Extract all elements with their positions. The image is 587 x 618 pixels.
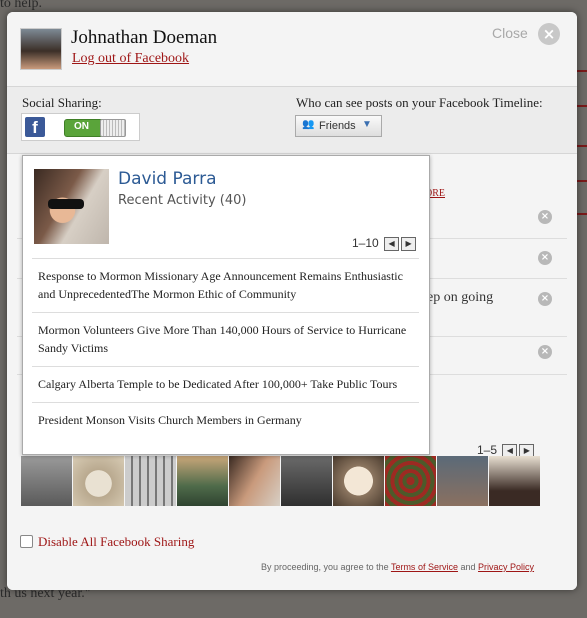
background-link — [577, 70, 587, 72]
background-text-top: to help. — [0, 0, 42, 11]
friends-icon: 👥 — [302, 119, 315, 130]
modal-header: Johnathan Doeman Log out of Facebook Clo… — [7, 12, 577, 87]
activity-row-text: ep on going — [427, 290, 494, 305]
sharing-bar: Social Sharing: f ON Who can see posts o… — [7, 87, 577, 154]
friend-thumbnail[interactable] — [73, 456, 124, 506]
friend-thumbnail[interactable] — [21, 456, 72, 506]
friend-avatar — [34, 169, 109, 244]
friend-thumbnail[interactable] — [229, 456, 280, 506]
facebook-icon: f — [25, 117, 45, 137]
friends-strip — [21, 456, 541, 506]
terms-prefix: By proceeding, you agree to the — [261, 562, 389, 572]
friend-thumbnail[interactable] — [281, 456, 332, 506]
timeline-visibility-label: Who can see posts on your Facebook Timel… — [296, 95, 543, 110]
friend-thumbnail[interactable] — [177, 456, 228, 506]
disable-sharing-label[interactable]: Disable All Facebook Sharing — [38, 534, 194, 550]
privacy-policy-link[interactable]: Privacy Policy — [478, 562, 534, 572]
toggle-knob[interactable] — [100, 119, 126, 137]
friend-thumbnail[interactable] — [333, 456, 384, 506]
friends-pager-range: 1–5 — [477, 443, 498, 457]
remove-icon[interactable]: × — [538, 292, 552, 306]
activity-list: Response to Mormon Missionary Age Announ… — [32, 258, 419, 438]
recent-activity-count: Recent Activity (40) — [118, 193, 247, 208]
terms-and: and — [460, 562, 476, 572]
social-sharing-toggle[interactable]: ON — [64, 119, 126, 137]
friend-thumbnail[interactable] — [385, 456, 436, 506]
friend-thumbnail[interactable] — [489, 456, 540, 506]
activity-pager-range: 1–10 — [352, 236, 379, 250]
visibility-value: Friends — [319, 120, 356, 132]
friend-name[interactable]: David Parra — [118, 169, 217, 189]
activity-pager: 1–10 ◀ ▶ — [352, 236, 417, 251]
activity-item[interactable]: Mormon Volunteers Give More Than 140,000… — [32, 312, 419, 366]
chevron-down-icon: ▼ — [362, 119, 372, 130]
friend-thumbnail[interactable] — [125, 456, 176, 506]
remove-icon[interactable]: × — [538, 210, 552, 224]
prev-page-button[interactable]: ◀ — [384, 236, 400, 251]
background-link — [577, 180, 587, 182]
logout-link[interactable]: Log out of Facebook — [72, 51, 189, 67]
visibility-dropdown[interactable]: 👥 Friends ▼ — [295, 115, 382, 137]
terms-notice: By proceeding, you agree to the Terms of… — [261, 562, 534, 572]
close-label[interactable]: Close — [492, 25, 528, 41]
social-sharing-label: Social Sharing: — [22, 95, 102, 110]
next-page-button[interactable]: ▶ — [401, 236, 417, 251]
user-avatar — [20, 28, 62, 70]
background-link — [577, 145, 587, 147]
remove-icon[interactable]: × — [538, 251, 552, 265]
activity-item[interactable]: Response to Mormon Missionary Age Announ… — [32, 258, 419, 312]
close-icon[interactable]: × — [538, 23, 560, 45]
disable-sharing-checkbox[interactable] — [20, 535, 33, 548]
friend-activity-popover: David Parra Recent Activity (40) 1–10 ◀ ▶… — [22, 155, 430, 455]
background-link — [577, 105, 587, 107]
user-name: Johnathan Doeman — [71, 27, 218, 48]
terms-of-service-link[interactable]: Terms of Service — [391, 562, 458, 572]
activity-item[interactable]: President Monson Visits Church Members i… — [32, 402, 419, 438]
toggle-state-label: ON — [74, 121, 89, 132]
activity-item[interactable]: Calgary Alberta Temple to be Dedicated A… — [32, 366, 419, 402]
background-link — [577, 213, 587, 215]
remove-icon[interactable]: × — [538, 345, 552, 359]
social-sharing-control: f ON — [21, 113, 140, 141]
friend-thumbnail[interactable] — [437, 456, 488, 506]
